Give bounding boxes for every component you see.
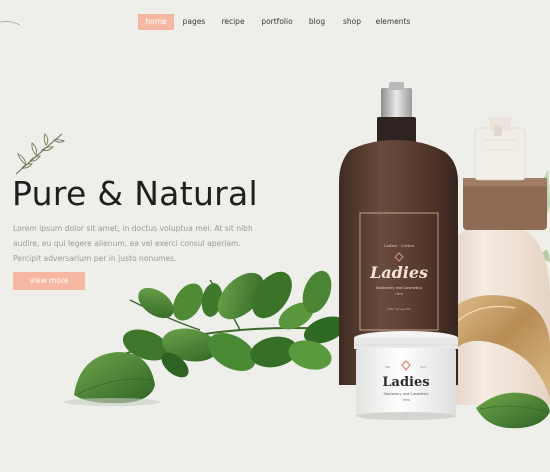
- jar-subtitle: Stationery and Cosmetics: [384, 392, 429, 396]
- cream-jar: SEL 50% Ladies Stationery and Cosmetics …: [354, 331, 458, 420]
- bottle-subtitle: Stationery and Cosmetics: [376, 286, 422, 290]
- svg-text:Ladies · Lotion: Ladies · Lotion: [384, 243, 414, 248]
- jar-brand-label: Ladies: [382, 375, 429, 390]
- jar-small-text: Hero: [402, 398, 410, 402]
- bottle-small-text-1: Hero: [395, 292, 403, 296]
- bottle-small-text-2: With Sprays Est: [387, 307, 411, 311]
- hero-product-image: Ladies · Lotion Ladies Stationery and Co…: [64, 82, 550, 429]
- svg-text:50%: 50%: [420, 365, 427, 369]
- bottle-brand-label: Ladies: [369, 263, 428, 282]
- svg-text:SEL: SEL: [385, 365, 391, 369]
